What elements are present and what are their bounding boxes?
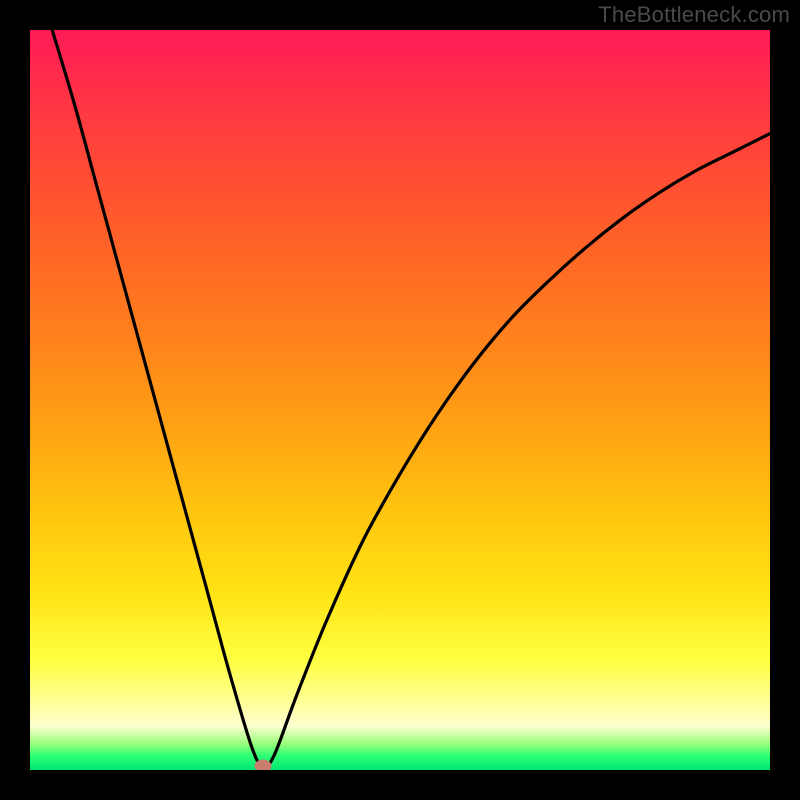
bottleneck-curve-path bbox=[52, 30, 770, 767]
chart-frame: TheBottleneck.com bbox=[0, 0, 800, 800]
bottleneck-curve-svg bbox=[30, 30, 770, 770]
plot-area bbox=[30, 30, 770, 770]
optimal-point-marker bbox=[255, 760, 272, 770]
watermark-text: TheBottleneck.com bbox=[598, 2, 790, 28]
